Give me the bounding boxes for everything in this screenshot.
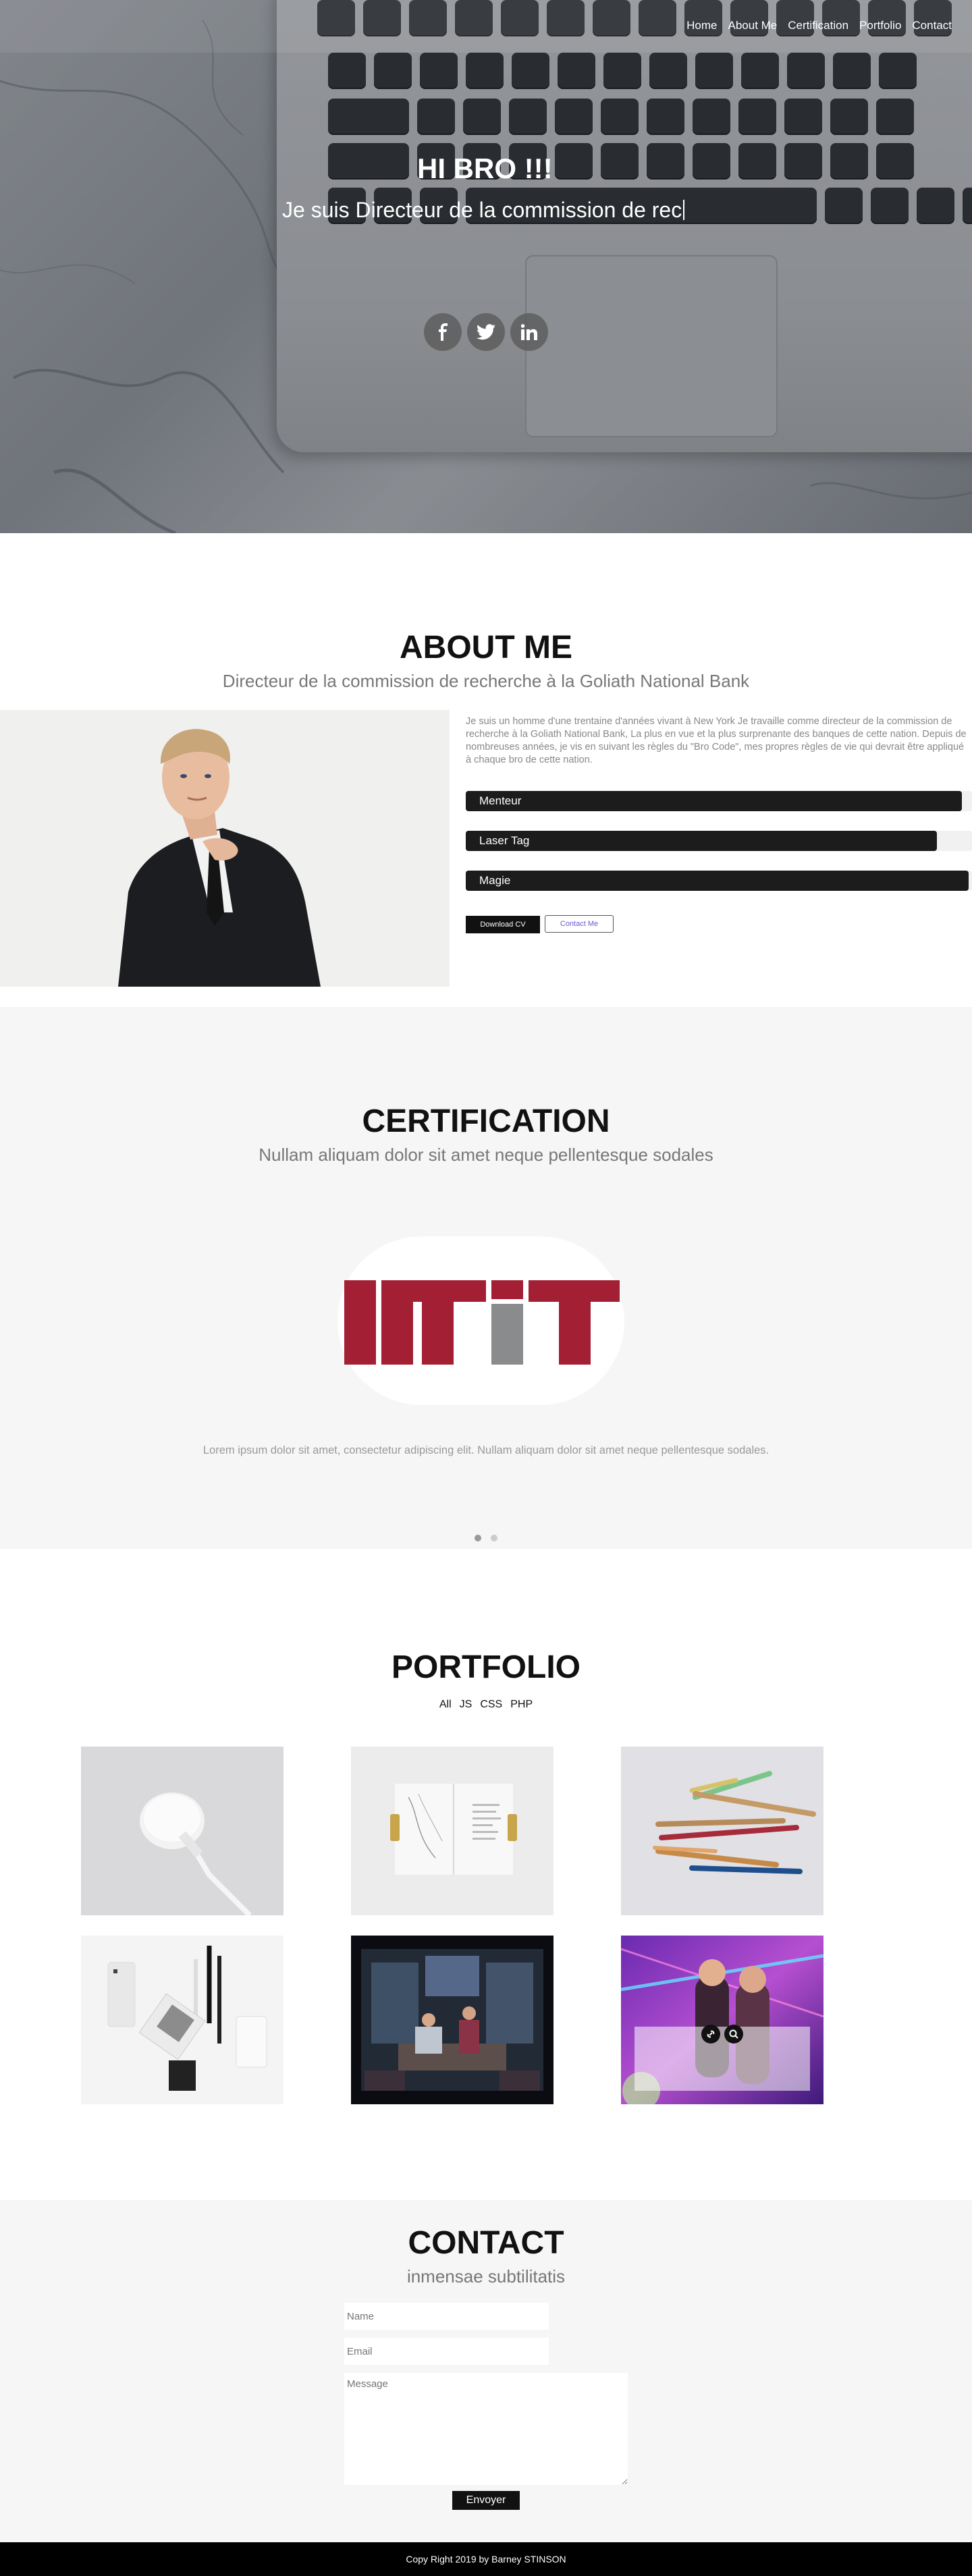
nav-certification[interactable]: Certification bbox=[788, 19, 848, 32]
portfolio-watch-charger[interactable] bbox=[81, 1747, 284, 1915]
skill-label: Menteur bbox=[479, 794, 522, 807]
certification-title: CERTIFICATION bbox=[362, 1103, 610, 1139]
footer: Copy Right 2019 by Barney STINSON bbox=[0, 2542, 972, 2576]
email-field[interactable] bbox=[344, 2338, 549, 2365]
about-section: ABOUT ME Directeur de la commission de r… bbox=[0, 533, 972, 1007]
nav-home[interactable]: Home bbox=[686, 19, 717, 32]
skill-fill: Laser Tag bbox=[466, 831, 937, 851]
portfolio-stationery[interactable] bbox=[81, 1936, 284, 2104]
zoom-icon[interactable] bbox=[724, 2025, 743, 2044]
skill-label: Laser Tag bbox=[479, 834, 530, 847]
nav-contact[interactable]: Contact bbox=[912, 19, 952, 32]
hero-section: Home About Me Certification Portfolio Co… bbox=[0, 0, 972, 533]
portfolio-open-book[interactable] bbox=[351, 1747, 554, 1915]
hero-subtitle: Je suis Directeur de la commission de re… bbox=[282, 196, 687, 224]
skill-bar-laser-tag: Laser Tag bbox=[466, 831, 972, 851]
mit-logo bbox=[344, 1280, 620, 1365]
contact-title: CONTACT bbox=[408, 2225, 564, 2261]
filter-js[interactable]: JS bbox=[460, 1699, 473, 1711]
typed-text: Je suis Directeur de la commission de re… bbox=[282, 198, 682, 222]
message-field[interactable] bbox=[344, 2373, 628, 2485]
link-icon[interactable] bbox=[701, 2025, 720, 2044]
mit-logo-card bbox=[338, 1236, 624, 1405]
skill-bar-magie: Magie bbox=[466, 871, 972, 891]
skill-bar-menteur: Menteur bbox=[466, 791, 972, 811]
carousel-dot[interactable] bbox=[475, 1535, 481, 1541]
certification-text: Lorem ipsum dolor sit amet, consectetur … bbox=[202, 1444, 770, 1456]
copyright-text: Copy Right 2019 by Barney STINSON bbox=[406, 2554, 566, 2565]
filter-css[interactable]: CSS bbox=[480, 1699, 502, 1711]
send-button[interactable]: Envoyer bbox=[452, 2491, 520, 2510]
about-title: ABOUT ME bbox=[400, 630, 572, 665]
filter-all[interactable]: All bbox=[439, 1699, 452, 1711]
portfolio-party-scene[interactable] bbox=[621, 1936, 824, 2104]
twitter-icon[interactable] bbox=[467, 313, 505, 351]
nav-portfolio[interactable]: Portfolio bbox=[859, 19, 901, 32]
hero-title: HI BRO !!! bbox=[417, 153, 553, 184]
contact-section: CONTACT inmensae subtilitatis Envoyer bbox=[0, 2200, 972, 2542]
linkedin-icon[interactable] bbox=[510, 313, 548, 351]
portfolio-colored-pencils[interactable] bbox=[621, 1747, 824, 1915]
contact-me-button[interactable]: Contact Me bbox=[545, 915, 614, 933]
portfolio-title: PORTFOLIO bbox=[392, 1649, 580, 1685]
about-subtitle: Directeur de la commission de recherche … bbox=[222, 671, 750, 691]
typing-cursor bbox=[683, 200, 685, 220]
name-field[interactable] bbox=[344, 2303, 549, 2330]
skill-label: Magie bbox=[479, 874, 511, 887]
skill-fill: Magie bbox=[466, 871, 969, 891]
download-cv-button[interactable]: Download CV bbox=[466, 916, 540, 933]
portfolio-sitcom-scene[interactable] bbox=[351, 1936, 554, 2104]
filter-php[interactable]: PHP bbox=[510, 1699, 533, 1711]
about-paragraph: Je suis un homme d'une trentaine d'année… bbox=[466, 716, 967, 765]
nav-about-me[interactable]: About Me bbox=[728, 19, 778, 32]
skill-fill: Menteur bbox=[466, 791, 962, 811]
certification-section: CERTIFICATION Nullam aliquam dolor sit a… bbox=[0, 1007, 972, 1549]
contact-subtitle: inmensae subtilitatis bbox=[406, 2266, 566, 2286]
social-links bbox=[424, 313, 548, 351]
carousel-dots bbox=[0, 1535, 972, 1541]
carousel-dot[interactable] bbox=[491, 1535, 497, 1541]
facebook-icon[interactable] bbox=[424, 313, 462, 351]
profile-photo bbox=[0, 710, 450, 987]
portfolio-filters: All JS CSS PHP bbox=[0, 1699, 972, 1711]
top-navigation: Home About Me Certification Portfolio Co… bbox=[0, 0, 972, 53]
certification-subtitle: Nullam aliquam dolor sit amet neque pell… bbox=[259, 1145, 713, 1165]
portfolio-section: PORTFOLIO All JS CSS PHP bbox=[0, 1549, 972, 2200]
